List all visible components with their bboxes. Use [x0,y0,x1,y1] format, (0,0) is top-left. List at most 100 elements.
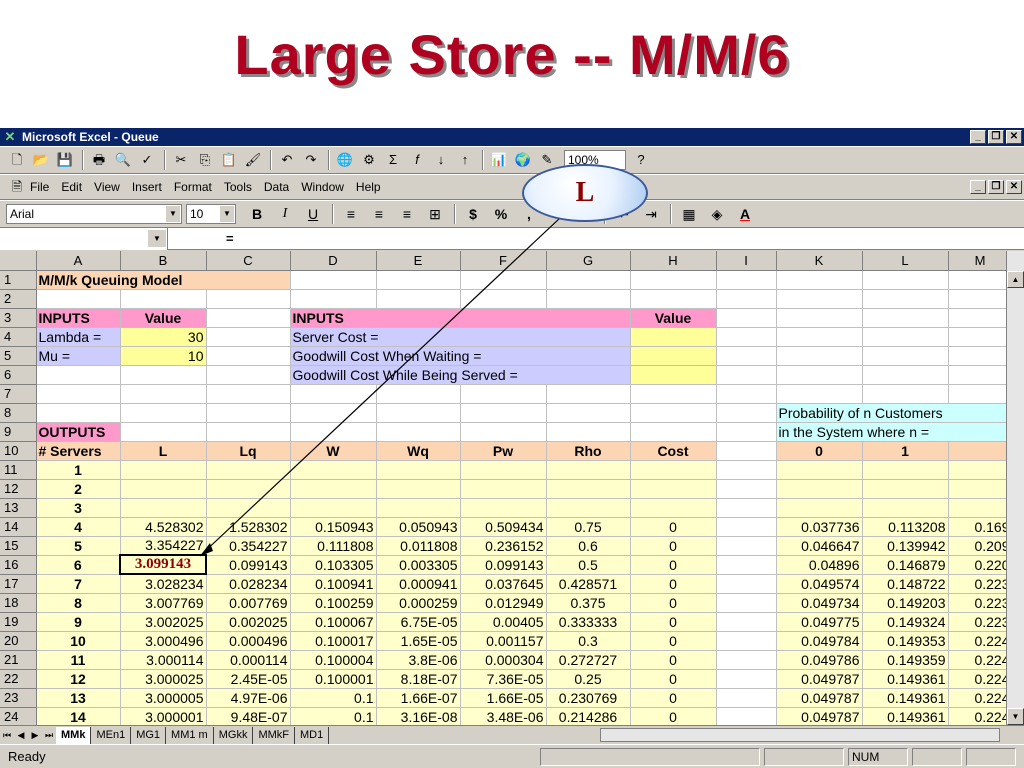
cell[interactable] [716,517,777,537]
scroll-up-icon[interactable]: ▲ [1007,271,1024,288]
cell[interactable] [460,403,547,423]
cell-pw[interactable]: 0.001157 [460,631,547,651]
probability-cell[interactable]: 0.209 [948,536,1013,556]
servers-cell[interactable]: 8 [36,593,121,613]
cell[interactable] [546,460,631,480]
percent-icon[interactable]: % [488,203,514,225]
cell-l[interactable]: 3.007769 [120,593,207,613]
cell[interactable] [630,460,717,480]
column-header[interactable]: D [290,251,377,271]
cell-rho[interactable]: 0.5 [546,555,631,575]
cell-wq[interactable]: 0.050943 [376,517,461,537]
cell-wq[interactable]: 3.8E-06 [376,650,461,670]
cell[interactable] [36,384,121,404]
servers-cell[interactable]: 3 [36,498,121,518]
cell[interactable] [206,308,291,328]
sheet-tab-mm1m[interactable]: MM1 m [166,726,214,744]
cell[interactable] [460,460,547,480]
format-painter-icon[interactable]: 🖌 [242,149,264,171]
bold-icon[interactable]: B [244,203,270,225]
cell[interactable] [206,289,291,309]
cell[interactable] [716,270,777,290]
servers-cell[interactable]: 5 [36,536,121,556]
close-button[interactable]: ✕ [1006,130,1022,144]
row-header[interactable]: 23 [0,688,37,708]
menu-view[interactable]: View [94,180,120,194]
cell-wq[interactable]: 1.65E-05 [376,631,461,651]
chevron-down-icon[interactable]: ▼ [166,206,180,222]
header-cell[interactable]: W [290,441,377,461]
cell-lq[interactable]: 4.97E-06 [206,688,291,708]
row-header[interactable]: 2 [0,289,37,309]
cell-l[interactable]: 4.528302 [120,517,207,537]
row-header[interactable]: 1 [0,270,37,290]
goodwill-waiting-label-cell[interactable]: Goodwill Cost When Waiting = [290,346,631,366]
probability-cell[interactable]: 0.046647 [776,536,863,556]
row-header[interactable]: 22 [0,669,37,689]
probability-cell[interactable]: 0.224 [948,688,1013,708]
cell-cost[interactable]: 0 [630,517,717,537]
function-icon[interactable]: f [406,149,428,171]
restore-button[interactable]: ❐ [988,130,1004,144]
cell-cost[interactable]: 0 [630,669,717,689]
cell[interactable] [546,289,631,309]
cell[interactable] [948,346,1013,366]
align-right-icon[interactable]: ≡ [394,203,420,225]
cell[interactable] [716,555,777,575]
cell[interactable] [716,650,777,670]
row-header[interactable]: 16 [0,555,37,575]
cell-pw[interactable]: 0.00405 [460,612,547,632]
cell[interactable] [776,289,863,309]
name-box[interactable]: ▼ [0,228,168,250]
copy-icon[interactable]: ⎘ [194,149,216,171]
cell-rho[interactable]: 0.230769 [546,688,631,708]
cell-lq[interactable]: 0.000114 [206,650,291,670]
cell-w[interactable]: 0.100001 [290,669,377,689]
cell-pw[interactable]: 7.36E-05 [460,669,547,689]
cell[interactable] [376,422,461,442]
menu-file[interactable]: File [30,180,49,194]
cell[interactable] [716,441,777,461]
cell[interactable] [120,479,207,499]
cell[interactable] [546,384,631,404]
cell[interactable] [460,498,547,518]
cell-w[interactable]: 0.100004 [290,650,377,670]
cell[interactable] [630,384,717,404]
column-header[interactable]: M [948,251,1013,271]
probability-cell[interactable]: 0.049734 [776,593,863,613]
font-size-select[interactable]: 10 ▼ [186,204,236,224]
cell[interactable] [290,289,377,309]
cell-wq[interactable]: 0.011808 [376,536,461,556]
cell[interactable] [862,270,949,290]
value-label-cell[interactable]: Value [120,308,207,328]
cell[interactable] [862,365,949,385]
sheet-tab-mmk[interactable]: MMk [56,726,92,744]
cell[interactable] [376,498,461,518]
font-select[interactable]: Arial ▼ [6,204,182,224]
cell[interactable] [716,346,777,366]
chart-wizard-icon[interactable]: 📊 [488,149,510,171]
cell[interactable] [630,403,717,423]
menu-tools[interactable]: Tools [224,180,252,194]
doc-restore-button[interactable]: ❐ [988,180,1004,194]
servers-cell[interactable]: 4 [36,517,121,537]
cell-pw[interactable]: 0.037645 [460,574,547,594]
cell[interactable] [716,498,777,518]
cell[interactable] [948,441,1013,461]
header-cell[interactable]: Lq [206,441,291,461]
sort-descending-icon[interactable]: ↑ [454,149,476,171]
probability-label-cell-2[interactable]: in the System where n = [776,422,1013,442]
cell[interactable] [546,498,631,518]
column-header[interactable]: K [776,251,863,271]
cell-cost[interactable]: 0 [630,650,717,670]
cell-lq[interactable]: 1.528302 [206,517,291,537]
cell[interactable] [776,365,863,385]
probability-cell[interactable]: 0.149203 [862,593,949,613]
cell-rho[interactable]: 0.75 [546,517,631,537]
probability-cell[interactable]: 0.149324 [862,612,949,632]
mu-label-cell[interactable]: Mu = [36,346,121,366]
row-header[interactable]: 5 [0,346,37,366]
cell-w[interactable]: 0.1 [290,707,377,725]
servers-cell[interactable]: 1 [36,460,121,480]
cell-w[interactable]: 0.100067 [290,612,377,632]
